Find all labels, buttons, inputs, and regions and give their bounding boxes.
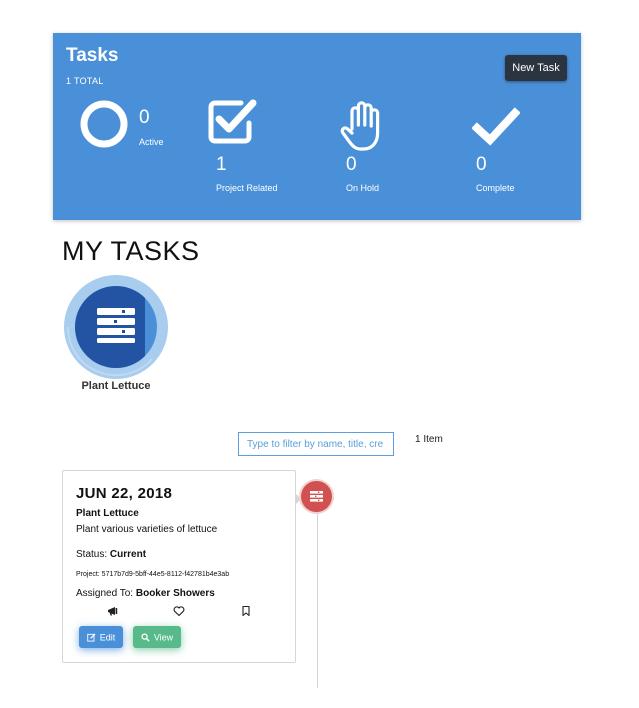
project-related-count: 1: [216, 154, 227, 175]
edit-label: Edit: [99, 632, 116, 643]
edit-icon: [87, 633, 96, 642]
my-tasks-heading: MY TASKS: [62, 236, 200, 266]
view-label: View: [153, 632, 174, 643]
filter-input[interactable]: [238, 432, 394, 456]
task-description: Plant various varieties of lettuce: [76, 524, 218, 535]
task-title: Plant Lettuce: [76, 508, 139, 519]
complete-count: 0: [476, 154, 487, 175]
on-hold-count: 0: [346, 154, 357, 175]
status-label: Status:: [76, 549, 110, 560]
checkmark-icon: [472, 107, 520, 146]
task-assignee: Assigned To: Booker Showers: [76, 588, 215, 599]
item-count: 1 Item: [415, 434, 443, 445]
on-hold-label: On Hold: [346, 183, 380, 193]
heart-icon[interactable]: [173, 605, 185, 617]
edit-button[interactable]: Edit: [79, 626, 123, 648]
view-button[interactable]: View: [133, 626, 181, 648]
timeline-task-icon: [301, 481, 332, 512]
active-count: 0: [139, 107, 150, 128]
assigned-label: Assigned To:: [76, 588, 136, 599]
project-related-label: Project Related: [216, 183, 278, 193]
tasks-summary-panel: Tasks 1 TOTAL New Task 0 Active 1 Projec…: [53, 33, 581, 220]
new-task-button[interactable]: New Task: [505, 55, 567, 81]
bookmark-icon[interactable]: [240, 605, 252, 617]
task-card: JUN 22, 2018 Plant Lettuce Plant various…: [62, 470, 296, 663]
checkbox-checked-icon: [208, 99, 257, 144]
search-icon: [141, 633, 150, 642]
panel-title: Tasks: [66, 45, 119, 66]
active-ring-icon: [80, 100, 128, 148]
task-status: Status: Current: [76, 549, 146, 560]
task-project-id: Project: 5717b7d9-5bff-44e5-8112-f42781b…: [76, 571, 230, 578]
assigned-value: Booker Showers: [135, 588, 215, 599]
active-label: Active: [139, 137, 164, 147]
task-date: JUN 22, 2018: [76, 485, 173, 502]
project-name-label: Plant Lettuce: [81, 380, 151, 392]
total-count: 1 TOTAL: [66, 76, 104, 86]
complete-label: Complete: [476, 183, 515, 193]
project-plant-lettuce-icon[interactable]: [64, 275, 168, 379]
megaphone-icon[interactable]: [107, 605, 119, 617]
status-value: Current: [109, 549, 147, 560]
hand-stop-icon: [340, 101, 380, 151]
timeline-line: [317, 510, 318, 688]
